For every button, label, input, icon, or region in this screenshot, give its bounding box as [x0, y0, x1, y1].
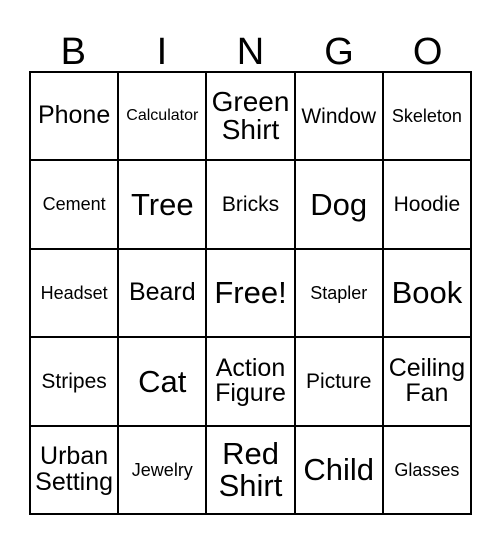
bingo-cell-label: Picture — [306, 369, 372, 393]
bingo-row: Cement Tree Bricks Dog Hoodie — [31, 161, 470, 250]
bingo-cell[interactable]: Picture — [296, 338, 384, 425]
bingo-cell-label: Stapler — [310, 282, 368, 303]
bingo-cell-label: Ceiling Fan — [388, 353, 466, 408]
bingo-cell-label: Red Shirt — [218, 436, 283, 503]
bingo-header-letter-i: I — [156, 31, 168, 73]
bingo-cell-label: Green Shirt — [211, 85, 290, 146]
bingo-cell[interactable]: Hoodie — [384, 161, 470, 247]
bingo-header-row: BINGO — [29, 16, 472, 71]
bingo-cell[interactable]: Urban Setting — [31, 426, 120, 514]
bingo-cell[interactable]: Calculator — [119, 73, 208, 160]
bingo-row: Headset Beard Free! Stapler Book — [31, 249, 470, 339]
bingo-header-letter-n: N — [236, 31, 265, 73]
bingo-cell-label: Cat — [138, 363, 187, 399]
bingo-cell-label: Child — [303, 452, 375, 488]
bingo-cell-label: Book — [391, 275, 463, 311]
bingo-cell-label: Jewelry — [131, 459, 193, 480]
bingo-cell[interactable]: Child — [296, 426, 384, 514]
bingo-header-letter-b: B — [60, 31, 86, 73]
bingo-row: Urban Setting Jewelry Red Shirt Child Glasse… — [31, 426, 470, 514]
bingo-row: Phone Calculator Green Shirt Window Skeleton — [31, 73, 470, 162]
bingo-cell-label: Cement — [42, 194, 106, 215]
bingo-cell[interactable]: Stripes — [31, 338, 120, 425]
bingo-cell-label: Calculator — [126, 107, 199, 125]
bingo-cell-label: Phone — [37, 101, 111, 130]
bingo-cell[interactable]: Bricks — [207, 161, 296, 248]
bingo-cell[interactable]: Skeleton — [384, 73, 470, 159]
bingo-header-letter-g: G — [324, 31, 354, 73]
bingo-cell-label: Bricks — [221, 192, 280, 216]
bingo-cell-label: Beard — [128, 278, 196, 307]
bingo-cell-label: Dog — [310, 186, 368, 222]
bingo-cell-label: Headset — [40, 282, 108, 303]
bingo-cell-label: Tree — [131, 186, 194, 222]
bingo-cell-label: Hoodie — [393, 192, 461, 216]
bingo-cell[interactable]: Ceiling Fan — [384, 338, 470, 424]
bingo-cell[interactable]: Red Shirt — [207, 426, 296, 514]
bingo-cell[interactable]: Headset — [31, 249, 120, 337]
bingo-cell[interactable]: Action Figure — [207, 338, 296, 425]
bingo-cell[interactable]: Book — [384, 250, 470, 336]
bingo-cell-label: Stripes — [41, 369, 107, 393]
bingo-cell-label: Window — [301, 104, 377, 128]
bingo-cell-label: Urban Setting — [35, 442, 114, 496]
bingo-cell[interactable]: Tree — [119, 161, 208, 248]
bingo-cell[interactable]: Jewelry — [119, 426, 208, 514]
bingo-cell[interactable]: Glasses — [384, 427, 470, 513]
bingo-cell[interactable]: Dog — [296, 161, 384, 248]
bingo-card: B I N G O Phone Calculator Green Shirt Window Sk… — [0, 0, 501, 544]
bingo-cell[interactable]: Stapler — [296, 249, 384, 337]
bingo-cell[interactable]: Beard — [119, 249, 208, 337]
bingo-cell[interactable]: Phone — [31, 73, 120, 160]
bingo-cell[interactable]: Cat — [119, 338, 208, 425]
bingo-cell-label: Action Figure — [215, 353, 286, 408]
bingo-grid: Phone Calculator Green Shirt Window Skeleton… — [29, 71, 472, 515]
bingo-header-letter-o: O — [412, 31, 443, 73]
bingo-cell[interactable]: Free! — [207, 249, 296, 337]
bingo-cell-label: Skeleton — [391, 106, 462, 127]
bingo-cell[interactable]: Green Shirt — [207, 73, 296, 160]
bingo-cell-label: Free! — [214, 275, 287, 311]
bingo-row: Stripes Cat Action Figure Picture Ceiling Fa… — [31, 338, 470, 427]
bingo-cell-label: Glasses — [394, 459, 460, 480]
bingo-cell[interactable]: Cement — [31, 161, 120, 248]
bingo-cell[interactable]: Window — [296, 73, 384, 160]
